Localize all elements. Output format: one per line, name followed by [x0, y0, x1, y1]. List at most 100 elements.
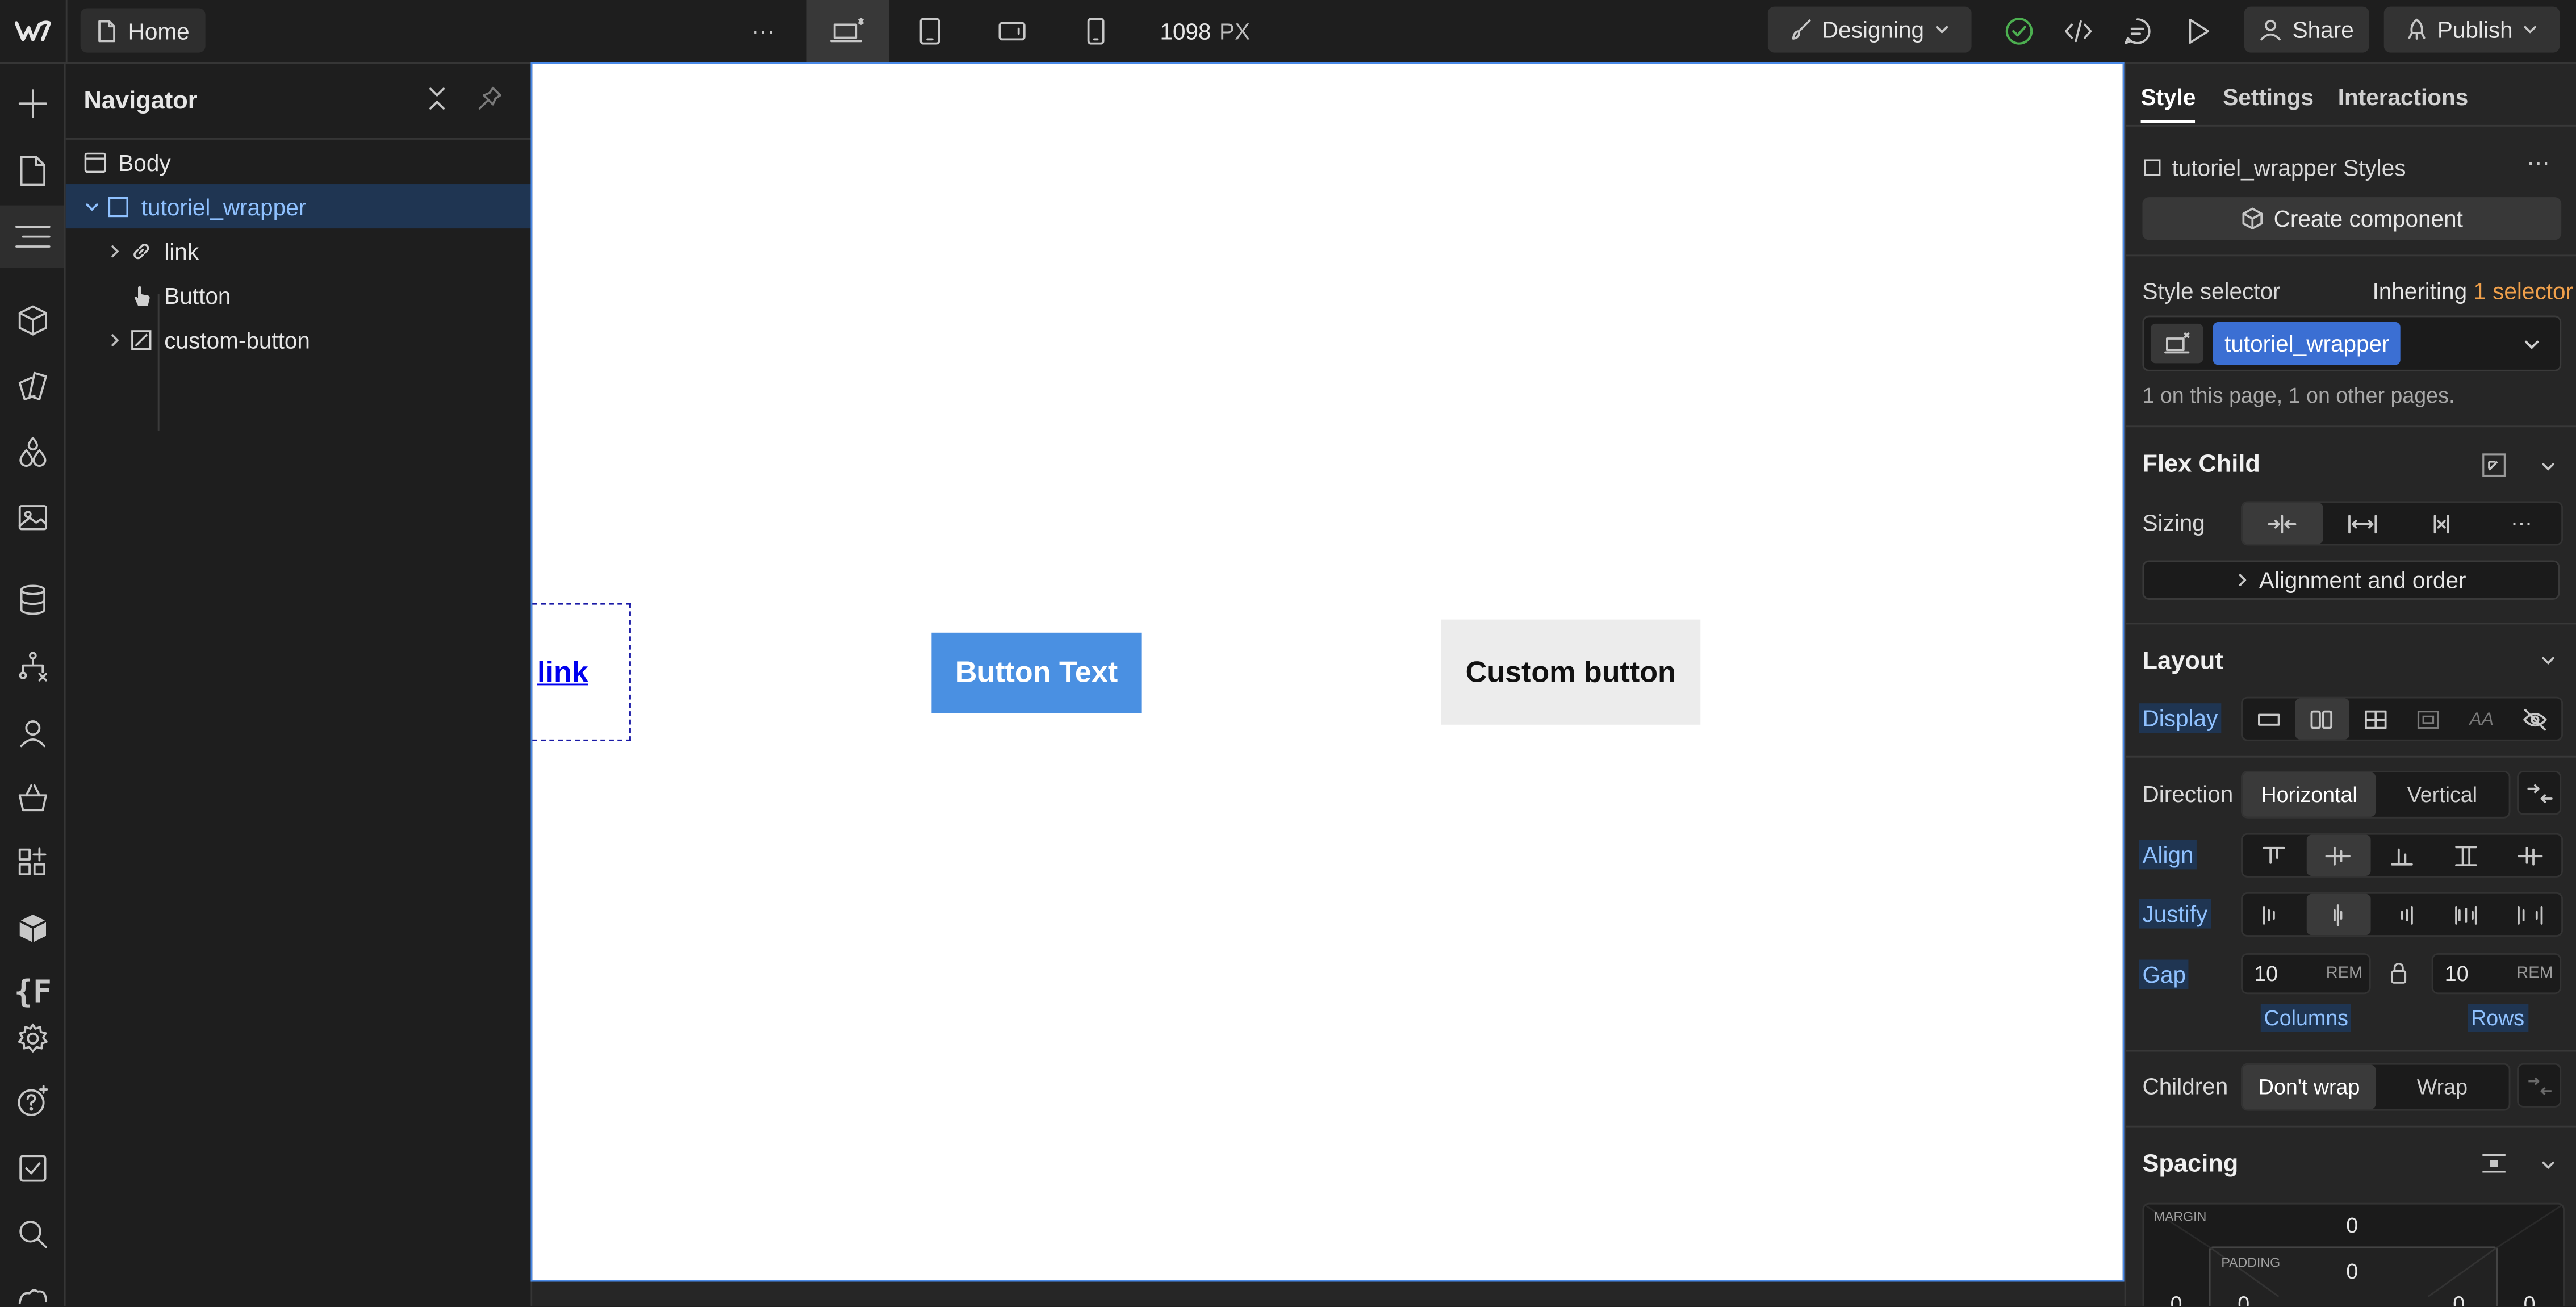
chevron-down-icon[interactable]	[82, 197, 102, 216]
chevron-down-icon[interactable]	[2539, 1155, 2558, 1175]
style-selector-field[interactable]: tutoriel_wrapper	[2142, 315, 2562, 371]
fonts-icon[interactable]: {F	[10, 970, 56, 1016]
more-options-icon[interactable]: ⋯	[2527, 149, 2551, 177]
page-selector-button[interactable]: Home	[80, 8, 206, 53]
assets-image-icon[interactable]	[10, 495, 56, 541]
spacing-title[interactable]: Spacing	[2142, 1150, 2238, 1178]
publish-button[interactable]: Publish	[2383, 6, 2560, 53]
padding-left-value[interactable]: 0	[2238, 1292, 2249, 1306]
canvas-custom-button[interactable]: Custom button	[1441, 619, 1701, 725]
mode-switcher-button[interactable]: Designing	[1767, 6, 1972, 53]
wrap-option[interactable]: Wrap	[2376, 1065, 2508, 1109]
padding-top-value[interactable]: 0	[2346, 1259, 2358, 1283]
sizing-more-option[interactable]: ⋯	[2482, 503, 2561, 544]
gap-rows-unit[interactable]: REM	[2516, 964, 2553, 983]
share-button[interactable]: Share	[2244, 6, 2369, 53]
code-export-icon[interactable]	[2062, 15, 2095, 48]
margin-left-value[interactable]: 0	[2171, 1292, 2182, 1306]
canvas-button[interactable]: Button Text	[931, 632, 1142, 713]
breakpoint-tablet-button[interactable]	[889, 0, 971, 62]
display-none-option[interactable]	[2508, 699, 2562, 740]
alignment-order-button[interactable]: Alignment and order	[2142, 560, 2560, 600]
ecommerce-basket-icon[interactable]	[10, 775, 56, 821]
canvas-link-block[interactable]: link	[532, 603, 631, 741]
settings-gear-icon[interactable]	[10, 1016, 56, 1062]
tree-item-custom-button[interactable]: custom-button	[66, 317, 531, 361]
display-flex-option[interactable]	[2295, 698, 2349, 740]
sizing-none-option[interactable]	[2402, 503, 2482, 544]
direction-horizontal-option[interactable]: Horizontal	[2242, 772, 2376, 817]
padding-right-value[interactable]: 0	[2453, 1292, 2465, 1306]
chevron-down-icon[interactable]	[2522, 335, 2542, 355]
community-icon[interactable]	[10, 1277, 56, 1306]
apps-grid-icon[interactable]	[10, 840, 56, 886]
justify-end-option[interactable]	[2370, 894, 2433, 935]
lock-icon[interactable]	[2389, 961, 2408, 984]
cms-database-icon[interactable]	[10, 577, 56, 623]
tab-settings[interactable]: Settings	[2223, 84, 2314, 110]
tab-interactions[interactable]: Interactions	[2338, 84, 2469, 110]
justify-around-option[interactable]	[2498, 894, 2561, 935]
align-baseline-option[interactable]	[2498, 835, 2561, 876]
breakpoint-mobile-portrait-button[interactable]	[1055, 0, 1137, 62]
comments-icon[interactable]	[2121, 15, 2154, 48]
libraries-cube-icon[interactable]	[10, 905, 56, 951]
reverse-direction-button[interactable]	[2517, 770, 2562, 815]
align-center-option[interactable]	[2306, 834, 2370, 876]
justify-between-option[interactable]	[2434, 894, 2498, 935]
more-menu-icon[interactable]: ⋯	[743, 0, 785, 62]
selector-state-button[interactable]	[2150, 323, 2203, 364]
audit-checkbox-icon[interactable]	[10, 1145, 56, 1191]
add-elements-icon[interactable]	[10, 81, 56, 127]
align-end-option[interactable]	[2370, 835, 2433, 876]
no-issues-check-icon[interactable]	[2003, 15, 2036, 48]
align-start-option[interactable]	[2243, 835, 2306, 876]
webflow-logo-icon[interactable]	[0, 0, 68, 62]
help-ai-icon[interactable]	[10, 1078, 56, 1124]
pages-icon[interactable]	[10, 148, 56, 194]
chevron-down-icon[interactable]	[2539, 651, 2558, 671]
collapse-all-icon[interactable]	[424, 85, 450, 111]
gap-columns-unit[interactable]: REM	[2326, 964, 2362, 983]
canvas-width-readout[interactable]: 1098 PX	[1160, 0, 1250, 62]
chevron-right-icon[interactable]	[105, 329, 125, 349]
sizing-grow-option[interactable]	[2322, 503, 2402, 544]
pin-icon[interactable]	[476, 85, 503, 111]
style-selectors-icon[interactable]	[10, 363, 56, 409]
margin-right-value[interactable]: 0	[2524, 1292, 2536, 1306]
gap-columns-input[interactable]: 10 REM	[2241, 953, 2371, 995]
selector-chip[interactable]: tutoriel_wrapper	[2213, 322, 2401, 365]
wrap-none-option[interactable]: Don't wrap	[2242, 1064, 2376, 1109]
display-inline-block-option[interactable]	[2402, 699, 2456, 740]
justify-center-option[interactable]	[2306, 893, 2370, 936]
design-canvas[interactable]: link Button Text Custom button	[530, 62, 2125, 1282]
tree-item-tutoriel-wrapper[interactable]: tutoriel_wrapper	[65, 184, 531, 229]
components-icon[interactable]	[10, 298, 56, 344]
tab-style[interactable]: Style	[2141, 84, 2196, 110]
tree-item-link[interactable]: link	[66, 228, 531, 273]
flex-parent-select-icon[interactable]	[2481, 452, 2507, 478]
inheriting-count[interactable]: 1 selector	[2473, 278, 2573, 304]
variables-droplets-icon[interactable]	[10, 429, 56, 475]
display-block-option[interactable]	[2243, 699, 2296, 740]
layout-title[interactable]: Layout	[2142, 648, 2223, 675]
sizing-shrink-option[interactable]	[2242, 503, 2323, 544]
display-inline-option[interactable]: AA	[2455, 699, 2508, 740]
gap-rows-input[interactable]: 10 REM	[2431, 953, 2562, 995]
breakpoint-mobile-landscape-button[interactable]	[971, 0, 1053, 62]
canvas-link-text[interactable]: link	[537, 655, 588, 690]
search-icon[interactable]	[10, 1211, 56, 1257]
tree-item-button[interactable]: Button	[66, 273, 531, 317]
direction-vertical-option[interactable]: Vertical	[2376, 772, 2508, 817]
spacing-preset-icon[interactable]	[2481, 1152, 2507, 1175]
flex-child-title[interactable]: Flex Child	[2142, 450, 2260, 478]
display-grid-option[interactable]	[2349, 699, 2402, 740]
navigator-icon[interactable]	[10, 214, 56, 260]
breakpoint-desktop-button[interactable]	[806, 0, 889, 62]
justify-start-option[interactable]	[2243, 894, 2306, 935]
create-component-button[interactable]: Create component	[2142, 197, 2562, 240]
chevron-down-icon[interactable]	[2539, 457, 2558, 477]
tree-item-body[interactable]: Body	[66, 140, 531, 184]
wrap-reverse-button[interactable]	[2517, 1063, 2562, 1108]
chevron-right-icon[interactable]	[105, 241, 125, 261]
